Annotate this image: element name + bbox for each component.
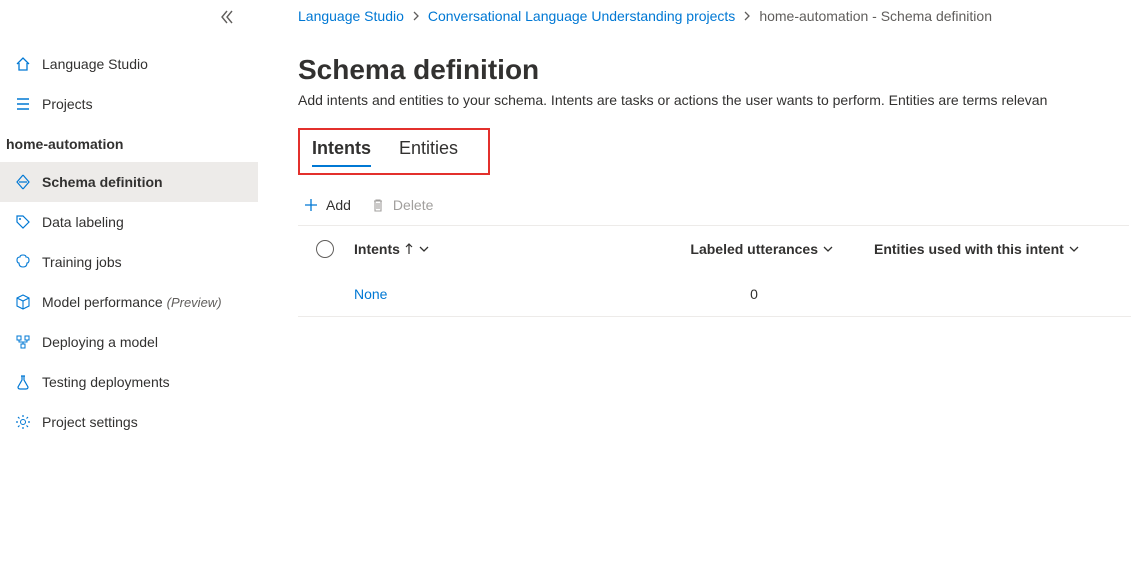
- toolbar: Add Delete: [298, 197, 1129, 226]
- add-label: Add: [326, 197, 351, 213]
- trash-icon: [371, 198, 385, 212]
- nav-training-jobs[interactable]: Training jobs: [0, 242, 258, 282]
- deploy-icon: [14, 333, 32, 351]
- cube-icon: [14, 293, 32, 311]
- table-header: Intents Labeled utterances Entities used…: [298, 226, 1131, 272]
- column-intents[interactable]: Intents: [354, 241, 674, 257]
- chevron-down-icon: [418, 245, 430, 253]
- nav-label: Data labeling: [42, 214, 124, 230]
- table-row: None 0: [298, 272, 1131, 317]
- utterance-count: 0: [674, 286, 874, 302]
- gear-icon: [14, 413, 32, 431]
- page-description: Add intents and entities to your schema.…: [298, 92, 1131, 108]
- nav-testing-deployments[interactable]: Testing deployments: [0, 362, 258, 402]
- nav-label: Deploying a model: [42, 334, 158, 350]
- select-all-checkbox[interactable]: [316, 240, 334, 258]
- tab-intents[interactable]: Intents: [312, 138, 371, 167]
- intent-link[interactable]: None: [354, 286, 674, 302]
- delete-button: Delete: [371, 197, 433, 213]
- nav-projects[interactable]: Projects: [0, 84, 258, 124]
- page-title: Schema definition: [298, 54, 1131, 86]
- list-icon: [14, 95, 32, 113]
- nav-label: Testing deployments: [42, 374, 170, 390]
- nav-language-studio[interactable]: Language Studio: [0, 44, 258, 84]
- main-content: Language Studio Conversational Language …: [258, 0, 1131, 573]
- breadcrumb-current: home-automation - Schema definition: [759, 8, 992, 24]
- column-labeled-utterances[interactable]: Labeled utterances: [674, 241, 874, 257]
- nav-label: Schema definition: [42, 174, 163, 190]
- collapse-sidebar-button[interactable]: [220, 10, 234, 24]
- sidebar: Language Studio Projects home-automation…: [0, 0, 258, 573]
- project-name: home-automation: [0, 124, 258, 162]
- nav-model-performance[interactable]: Model performance (Preview): [0, 282, 258, 322]
- breadcrumb: Language Studio Conversational Language …: [298, 8, 1131, 24]
- nav-label: Project settings: [42, 414, 138, 430]
- tab-entities[interactable]: Entities: [399, 138, 458, 167]
- column-entities-used[interactable]: Entities used with this intent: [874, 241, 1131, 257]
- add-button[interactable]: Add: [304, 197, 351, 213]
- nav-label: Language Studio: [42, 56, 148, 72]
- chevron-down-icon: [822, 245, 834, 253]
- breadcrumb-link[interactable]: Language Studio: [298, 8, 404, 24]
- tabs-highlight-box: Intents Entities: [298, 128, 490, 175]
- nav-label: Model performance: [42, 294, 163, 310]
- home-icon: [14, 55, 32, 73]
- nav-data-labeling[interactable]: Data labeling: [0, 202, 258, 242]
- chevron-right-icon: [743, 11, 751, 21]
- chevron-right-icon: [412, 11, 420, 21]
- plus-icon: [304, 198, 318, 212]
- nav-schema-definition[interactable]: Schema definition: [0, 162, 258, 202]
- preview-tag: (Preview): [167, 295, 222, 310]
- nav-project-settings[interactable]: Project settings: [0, 402, 258, 442]
- schema-icon: [14, 173, 32, 191]
- tabs: Intents Entities: [312, 138, 458, 167]
- brain-icon: [14, 253, 32, 271]
- chevron-double-left-icon: [220, 10, 234, 24]
- breadcrumb-link[interactable]: Conversational Language Understanding pr…: [428, 8, 735, 24]
- nav-label: Projects: [42, 96, 93, 112]
- nav-deploying-model[interactable]: Deploying a model: [0, 322, 258, 362]
- nav-label: Training jobs: [42, 254, 122, 270]
- chevron-down-icon: [1068, 245, 1080, 253]
- delete-label: Delete: [393, 197, 433, 213]
- sort-asc-icon: [404, 243, 414, 255]
- flask-icon: [14, 373, 32, 391]
- tag-icon: [14, 213, 32, 231]
